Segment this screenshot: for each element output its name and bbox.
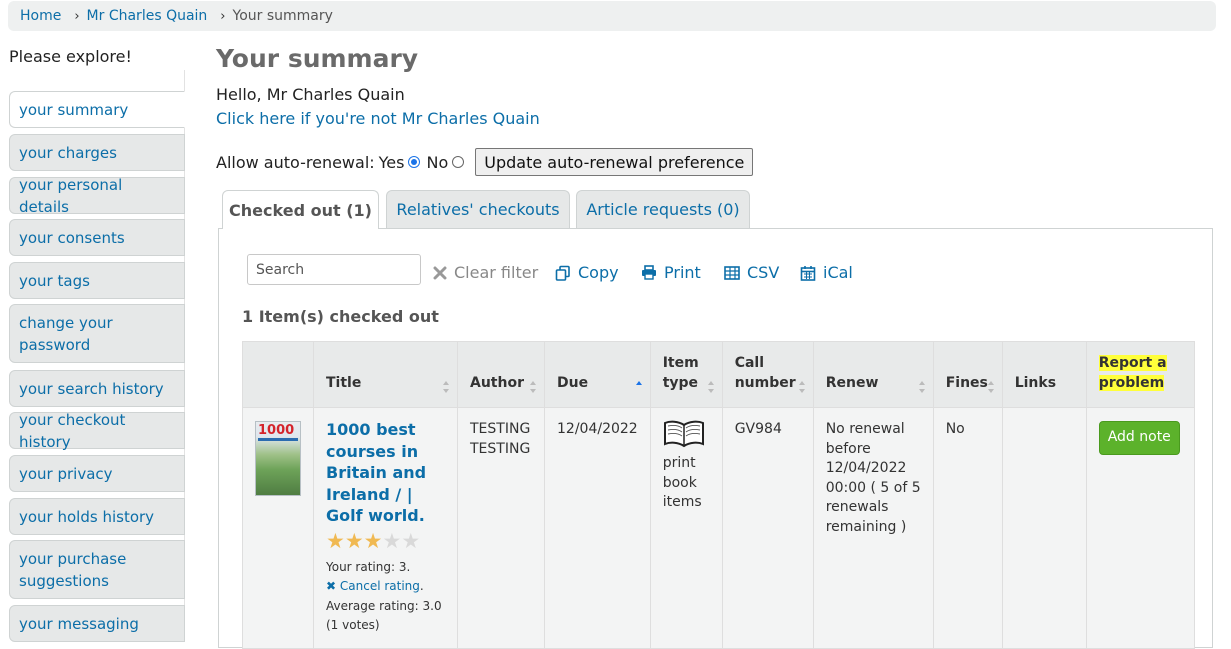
column-header-author[interactable]: Author [457,341,545,408]
breadcrumb-patron-link[interactable]: Mr Charles Quain [87,8,208,24]
book-icon [663,420,704,448]
star-icon[interactable]: ★ [364,529,383,553]
breadcrumb-separator-icon: › [74,8,80,24]
item-title-link[interactable]: 1000 best courses in Britain and Ireland… [326,420,426,525]
calendar-icon [800,265,816,281]
checkout-search-input[interactable] [247,254,421,285]
sort-icon [987,381,994,393]
sidebar-item-search-history[interactable]: your search history [9,370,185,407]
title-cell: 1000 best courses in Britain and Ireland… [313,407,458,649]
fines-cell: No [932,407,1003,649]
book-cover-image[interactable]: 1000 [255,421,301,496]
breadcrumb: Home › Mr Charles Quain › Your summary [8,1,1216,31]
clear-filter-button[interactable]: Clear filter [433,263,538,282]
csv-button[interactable]: CSV [724,263,779,282]
star-icon[interactable]: ★ [401,529,420,553]
sidebar-item-consents[interactable]: your consents [9,219,185,256]
sidebar-item-charges[interactable]: your charges [9,134,185,171]
print-label: Print [664,263,701,282]
column-header-call-number[interactable]: Call number [721,341,814,408]
author-cell: TESTING TESTING [457,407,545,649]
greeting-text: Hello, Mr Charles Quain [216,85,405,104]
auto-renewal-row: Allow auto-renewal: Yes No Update auto-r… [216,148,754,176]
sort-icon [443,381,449,393]
column-header-title[interactable]: Title [313,341,458,408]
column-header-links: Links [1001,341,1087,408]
sidebar-title: Please explore! [9,47,132,66]
cancel-rating-link[interactable]: Cancel rating [340,579,420,593]
sidebar-item-holds-history[interactable]: your holds history [9,498,185,535]
print-icon [642,265,656,280]
due-cell: 12/04/2022 [544,407,651,649]
auto-renewal-no-label: No [426,152,449,172]
sort-icon [798,381,805,393]
star-icon[interactable]: ★ [326,529,345,553]
sidebar-item-privacy[interactable]: your privacy [9,455,185,492]
clear-filter-label: Clear filter [454,263,539,282]
sort-icon [707,381,714,393]
sidebar-item-change-password[interactable]: change your password [9,304,185,363]
table-icon [724,265,740,280]
checkout-count: 1 Item(s) checked out [242,307,439,326]
breadcrumb-current: Your summary [232,8,333,24]
not-you-link[interactable]: Click here if you're not Mr Charles Quai… [216,109,540,128]
tab-article-requests[interactable]: Article requests (0) [576,190,750,228]
star-icon[interactable]: ★ [345,529,364,553]
update-auto-renewal-button[interactable]: Update auto-renewal preference [475,148,754,176]
table-header-row: Title Author Due Item type Call number R… [242,341,1195,408]
print-button[interactable]: Print [641,263,701,282]
ical-button[interactable]: iCal [800,263,853,282]
average-rating-text: Average rating: 3.0 (1 votes) [326,598,442,633]
auto-renewal-label: Allow auto-renewal: [216,152,375,172]
close-icon [433,266,447,279]
ical-label: iCal [823,263,853,282]
cover-cell: 1000 [242,407,314,649]
column-header-item-type[interactable]: Item type [649,341,723,408]
column-header-report-problem: Report a problem [1085,341,1195,408]
table-row: 1000 1000 best courses in Britain and Ir… [242,407,1195,649]
sort-ascending-icon [635,381,642,393]
copy-button[interactable]: Copy [555,263,619,282]
renew-cell: No renewal before 12/04/2022 00:00 ( 5 o… [812,407,934,649]
sidebar-item-checkout-history[interactable]: your checkout history [9,411,185,451]
close-icon: ✖ [326,579,337,593]
breadcrumb-separator-icon: › [220,8,226,24]
add-note-button[interactable]: Add note [1098,421,1180,455]
cancel-rating-row: ✖ Cancel rating. [326,579,424,593]
star-rating[interactable]: ★★★★★ [326,530,445,552]
csv-label: CSV [747,263,780,282]
links-cell [1001,407,1087,649]
sidebar-item-personal-details[interactable]: your personal details [9,176,185,216]
auto-renewal-yes-radio[interactable] [408,156,421,168]
sidebar-item-summary[interactable]: your summary [9,91,185,128]
auto-renewal-no-radio[interactable] [452,156,465,168]
column-header-renew[interactable]: Renew [812,341,934,408]
auto-renewal-yes-label: Yes [378,152,405,172]
column-header-fines[interactable]: Fines [932,341,1003,408]
call-number-cell: GV984 [721,407,814,649]
checkouts-table: Title Author Due Item type Call number R… [242,341,1195,649]
column-header-due[interactable]: Due [544,341,651,408]
item-type-cell: print book items [649,407,723,649]
star-icon[interactable]: ★ [382,529,401,553]
tab-checked-out[interactable]: Checked out (1) [222,190,379,229]
tab-relatives-checkouts[interactable]: Relatives' checkouts [386,190,570,228]
sort-icon [530,381,536,393]
your-rating-text: Your rating: 3. [326,559,411,574]
column-header-cover [242,341,314,408]
breadcrumb-home-link[interactable]: Home [20,8,61,24]
sidebar-item-tags[interactable]: your tags [9,262,185,299]
copy-icon [555,265,570,281]
sort-icon [918,381,925,393]
page-title: Your summary [216,44,419,73]
sidebar-item-purchase-suggestions[interactable]: your purchase suggestions [9,540,185,599]
copy-label: Copy [578,263,619,282]
sidebar-item-messaging[interactable]: your messaging [9,605,185,642]
item-type-text: print book items [662,455,702,510]
report-problem-cell: Add note [1085,407,1195,649]
